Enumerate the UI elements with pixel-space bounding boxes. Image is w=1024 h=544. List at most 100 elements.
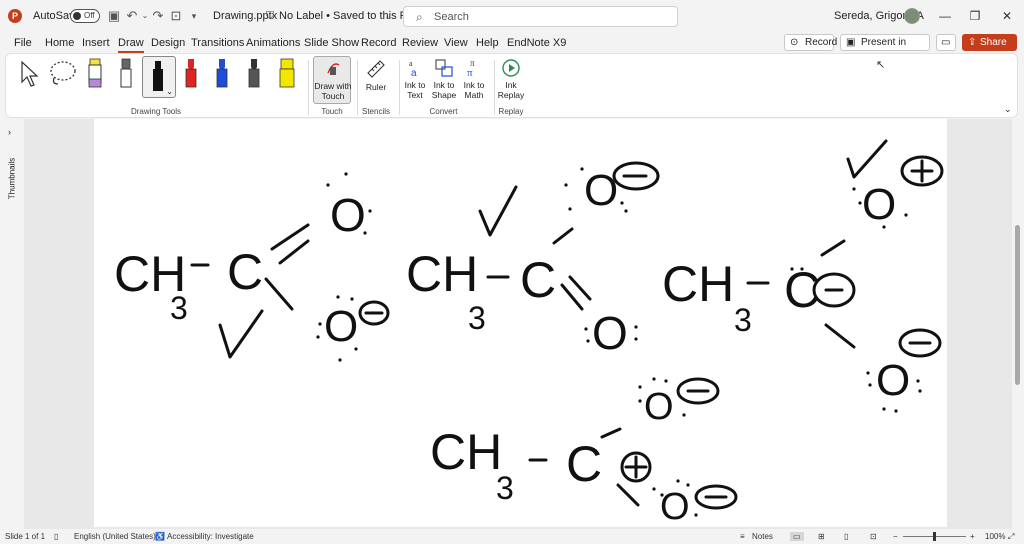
customize-qat-icon[interactable]: ▾ — [186, 8, 202, 24]
ink-check — [218, 309, 264, 359]
ink-to-math-icon: ππ — [467, 58, 475, 78]
slide-sorter-icon[interactable]: ⊞ — [818, 532, 825, 541]
ink-o: O — [862, 180, 896, 229]
chevron-down-icon[interactable]: ⌄ — [380, 8, 396, 24]
notes-button[interactable]: Notes — [752, 532, 773, 541]
tab-slide-show[interactable]: Slide Show — [304, 37, 359, 49]
tab-file[interactable]: File — [14, 37, 32, 49]
ink-ch: CH — [406, 246, 478, 302]
convert-label: Convert — [429, 107, 458, 116]
pen-icon[interactable] — [85, 57, 105, 91]
ink-ch: CH — [662, 256, 734, 312]
blue-pen-icon[interactable] — [213, 57, 231, 91]
normal-view-icon[interactable]: ▭ — [790, 532, 804, 541]
expand-icon[interactable]: › — [8, 127, 11, 137]
minimize-button[interactable]: — — [930, 6, 960, 26]
zoom-out-icon[interactable]: − — [893, 532, 898, 541]
slideshow-icon[interactable]: ⊡ — [870, 532, 877, 541]
ink-replay-button[interactable]: Ink Replay — [497, 56, 525, 104]
ruler-button[interactable]: Ruler — [361, 56, 391, 104]
lasso-icon[interactable] — [48, 60, 78, 88]
ink-o: O — [660, 486, 690, 527]
replay-label: Replay — [498, 107, 524, 116]
ink-to-math-button[interactable]: ππ Ink to Math — [459, 56, 489, 104]
tab-transitions[interactable]: Transitions — [191, 37, 244, 49]
redo-icon[interactable]: ↷ — [150, 8, 166, 24]
ink-to-shape-button[interactable]: Ink to Shape — [429, 56, 459, 104]
stencils-label: Stencils — [361, 107, 390, 116]
ruler-icon — [367, 60, 385, 78]
ink-to-shape-icon — [435, 59, 453, 77]
ink-c: C — [566, 436, 602, 492]
ink-c: C — [520, 252, 556, 308]
tab-animations[interactable]: Animations — [246, 37, 300, 49]
tab-design[interactable]: Design — [151, 37, 185, 49]
teams-icon: ▣ — [846, 37, 856, 48]
accessibility-status[interactable]: Accessibility: Investigate — [167, 532, 254, 541]
svg-text:a: a — [409, 59, 413, 68]
tab-home[interactable]: Home — [45, 37, 74, 49]
gray-pen-icon[interactable] — [245, 57, 263, 91]
search-input[interactable] — [434, 9, 664, 24]
ink-to-text-button[interactable]: aa Ink to Text — [402, 56, 428, 104]
book-icon[interactable]: ▯ — [54, 532, 58, 541]
shield-icon: ⛉ — [265, 10, 275, 22]
thumbnails-label: Thumbnails — [7, 157, 17, 200]
pen-selected[interactable]: ⌄ — [142, 56, 176, 98]
ink-bond — [278, 239, 310, 265]
powerpoint-logo-icon: P — [8, 9, 22, 23]
search-icon: ⌕ — [416, 10, 423, 24]
ink-bond — [824, 323, 856, 349]
tab-view[interactable]: View — [444, 37, 468, 49]
record-button[interactable]: ⊙ Record — [784, 34, 837, 51]
ink-check — [846, 139, 888, 179]
draw-with-touch-button[interactable]: Draw with Touch — [313, 56, 352, 104]
ink-sub3: 3 — [734, 302, 752, 338]
ink-check — [478, 185, 518, 237]
ink-c: C — [227, 244, 263, 300]
present-icon[interactable]: ⊡ — [168, 8, 184, 24]
search-box[interactable]: ⌕ — [403, 6, 678, 27]
chevron-down-icon[interactable]: ⌄ — [166, 87, 173, 96]
zoom-level[interactable]: 100% — [985, 532, 1005, 541]
touch-label: Touch — [321, 107, 343, 116]
restore-button[interactable]: ❐ — [960, 6, 990, 26]
scrollbar-thumb[interactable] — [1015, 225, 1020, 385]
share-button[interactable]: ⇪ Share — [962, 34, 1017, 51]
tab-review[interactable]: Review — [402, 37, 438, 49]
red-pen-icon[interactable] — [182, 57, 200, 91]
replay-icon — [502, 59, 520, 77]
tab-draw[interactable]: Draw — [118, 37, 144, 53]
thumbnails-panel[interactable]: › Thumbnails — [0, 119, 24, 529]
close-button[interactable]: ✕ — [992, 6, 1022, 26]
select-cursor-icon[interactable] — [18, 60, 40, 88]
zoom-slider-thumb[interactable] — [933, 532, 936, 541]
tab-record[interactable]: Record — [361, 37, 396, 49]
zoom-in-icon[interactable]: + — [970, 532, 975, 541]
ink-sub3: 3 — [468, 300, 486, 336]
avatar[interactable] — [904, 8, 920, 24]
fit-slide-icon[interactable]: ⤢ — [1008, 532, 1014, 542]
ink-bond — [616, 483, 640, 507]
pencil-icon[interactable] — [116, 57, 136, 91]
present-in-teams-button[interactable]: ▣Present in Teams — [840, 34, 930, 63]
ink-sub3: 3 — [170, 290, 188, 326]
tab-endnote[interactable]: EndNote X9 — [507, 37, 566, 49]
tab-help[interactable]: Help — [476, 37, 499, 49]
autosave-toggle[interactable]: Off — [70, 9, 100, 23]
touch-pen-icon — [327, 63, 340, 75]
language-status[interactable]: English (United States) — [74, 532, 156, 541]
svg-text:a: a — [411, 68, 417, 78]
comments-button[interactable]: ▭ — [936, 34, 956, 51]
mouse-cursor-icon: ↖ — [876, 59, 886, 71]
reading-view-icon[interactable]: ▯ — [844, 532, 848, 541]
title-bar: P AutoSave Off ▣ ↶ ⌄ ↷ ⊡ ▾ Drawing.pptx … — [0, 0, 1024, 32]
accessibility-icon[interactable]: ♿ — [155, 532, 165, 541]
notes-icon[interactable]: ≡ — [740, 532, 745, 541]
highlighter-icon[interactable] — [277, 57, 297, 91]
ink-sub3: 3 — [496, 470, 514, 506]
slide[interactable]: CH 3 C O O CH 3 C O O CH 3 C O O CH 3 C … — [94, 119, 947, 528]
tab-insert[interactable]: Insert — [82, 37, 110, 49]
save-icon[interactable]: ▣ — [106, 8, 122, 24]
collapse-ribbon-icon[interactable]: ⌄ — [1004, 104, 1012, 115]
